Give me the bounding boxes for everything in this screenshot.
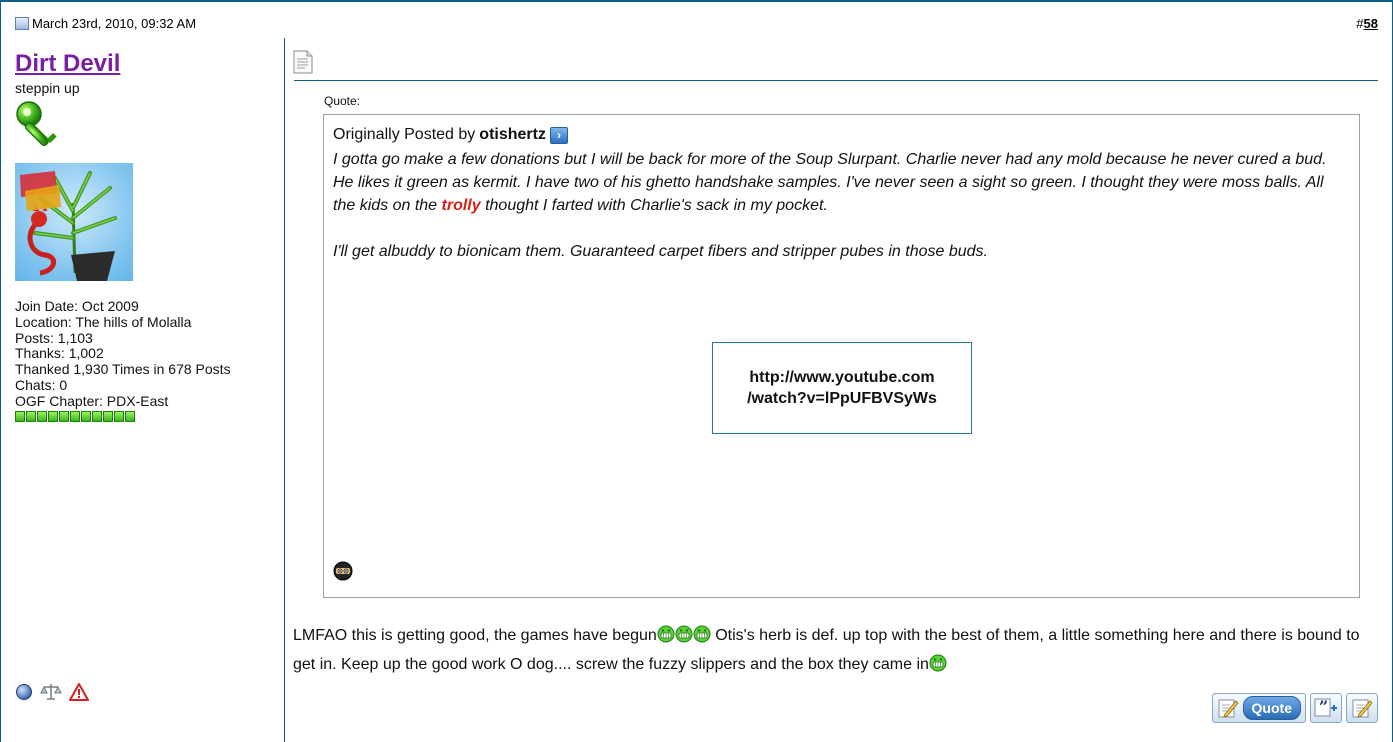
ninja-smiley-icon [333, 561, 353, 581]
reputation-segment [70, 410, 80, 422]
grin-smiley-icon [657, 625, 675, 652]
post-number-link[interactable]: 58 [1364, 16, 1378, 31]
user-title: steppin up [15, 80, 80, 96]
reply-text: LMFAO this is getting good, the games ha… [293, 623, 1383, 681]
key-icon [16, 101, 57, 147]
grin-smiley-icon [675, 625, 693, 652]
reputation-bar [15, 410, 231, 422]
user-action-icons [15, 682, 89, 702]
username-link[interactable]: Dirt Devil [15, 50, 120, 78]
quick-reply-pencil-icon [1352, 699, 1373, 718]
youtube-embed-placeholder[interactable]: http://www.youtube.com /watch?v=lPpUFBVS… [712, 342, 972, 434]
quick-reply-button[interactable] [1346, 693, 1378, 723]
grin-smiley-icon [693, 625, 711, 652]
user-stats: Join Date: Oct 2009 Location: The hills … [15, 298, 231, 422]
reputation-segment [15, 410, 25, 422]
reputation-segment [81, 410, 91, 422]
post-content-column: Quote: Originally Posted by otishertz › … [286, 38, 1392, 742]
video-url-line2: /watch?v=lPpUFBVSyWs [747, 390, 937, 407]
multi-quote-button[interactable]: ” [1310, 693, 1342, 723]
join-date: Join Date: Oct 2009 [15, 298, 139, 314]
post-status-icon [15, 17, 29, 30]
forum-post: March 23rd, 2010, 09:32 AM #58 Dirt Devi… [0, 0, 1393, 742]
reputation-segment [125, 410, 135, 422]
multi-quote-icon: ” [1314, 697, 1337, 717]
user-info-column: Dirt Devil steppin up Join Date: Oct 200… [1, 38, 285, 742]
post-document-icon [293, 50, 313, 74]
user-avatar[interactable] [15, 163, 133, 281]
reply-text-part1: LMFAO this is getting good, the games ha… [293, 627, 657, 644]
post-header: March 23rd, 2010, 09:32 AM #58 [1, 0, 1392, 32]
quote-button[interactable]: Quote [1211, 693, 1306, 723]
reputation-segment [114, 410, 124, 422]
post-number: #58 [1356, 16, 1378, 31]
reputation-segment [92, 410, 102, 422]
quote-paragraph-1: I gotta go make a few donations but I wi… [333, 148, 1348, 217]
content-divider [294, 80, 1378, 81]
post-number-prefix: # [1356, 16, 1364, 31]
svg-text:”: ” [1319, 697, 1328, 716]
quote-label: Quote: [324, 94, 361, 108]
post-count: Posts: 1,103 [15, 329, 93, 346]
quote-paragraph-2: I'll get albuddy to bionicam them. Guara… [333, 243, 988, 260]
quote-text: I gotta go make a few donations but I wi… [333, 148, 1348, 263]
quote-attribution: Originally Posted by otishertz › [333, 126, 568, 144]
post-date-wrap: March 23rd, 2010, 09:32 AM [15, 16, 196, 31]
grin-smiley-icon [929, 654, 947, 681]
thanks-count: Thanks: 1,002 [15, 345, 104, 362]
avatar-image [20, 171, 117, 281]
quote-text-b: thought I farted with Charlie's sack in … [480, 197, 828, 214]
online-status-icon [16, 684, 32, 700]
reputation-segment [59, 410, 69, 422]
report-post-icon[interactable] [69, 683, 89, 701]
reputation-segment [48, 410, 58, 422]
originally-posted-by: Originally Posted by [333, 126, 476, 143]
ogf-chapter: OGF Chapter: PDX-East [15, 392, 169, 409]
reputation-segment [103, 410, 113, 422]
post-date: March 23rd, 2010, 09:32 AM [32, 16, 197, 31]
reputation-scale-icon[interactable] [40, 682, 62, 702]
user-location: Location: The hills of Molalla [15, 313, 192, 330]
thanked-count: Thanked 1,930 Times in 678 Posts [15, 361, 231, 378]
chats-count: Chats: 0 [15, 376, 68, 393]
pencil-paper-icon [1218, 699, 1239, 718]
reputation-segment [26, 410, 36, 422]
quote-box: Originally Posted by otishertz › I gotta… [323, 114, 1360, 598]
quote-author: otishertz [479, 126, 546, 143]
reputation-segment [37, 410, 47, 422]
quote-highlight-trolly: trolly [441, 197, 481, 214]
quote-button-label: Quote [1242, 696, 1301, 720]
view-post-arrow-icon[interactable]: › [549, 126, 568, 144]
video-url-line1: http://www.youtube.com [749, 369, 935, 386]
post-action-buttons: Quote ” [1211, 693, 1378, 723]
